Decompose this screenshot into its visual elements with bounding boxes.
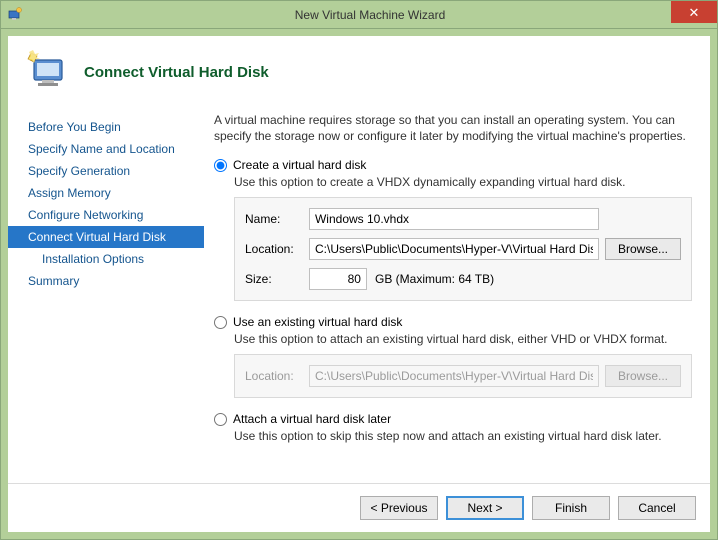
wizard-header: Connect Virtual Hard Disk bbox=[8, 36, 710, 108]
nav-before-you-begin[interactable]: Before You Begin bbox=[8, 116, 204, 138]
radio-use-existing[interactable] bbox=[214, 316, 227, 329]
option-create-disk: Create a virtual hard disk Use this opti… bbox=[214, 158, 692, 301]
nav-specify-name-location[interactable]: Specify Name and Location bbox=[8, 138, 204, 160]
existing-browse-button: Browse... bbox=[605, 365, 681, 387]
create-disk-fieldset: Name: Location: Browse... Size: GB (Maxi… bbox=[234, 197, 692, 301]
nav-assign-memory[interactable]: Assign Memory bbox=[8, 182, 204, 204]
page-title: Connect Virtual Hard Disk bbox=[84, 64, 269, 81]
intro-text: A virtual machine requires storage so th… bbox=[214, 112, 692, 144]
location-label: Location: bbox=[245, 242, 303, 256]
wizard-sidebar: Before You Begin Specify Name and Locati… bbox=[8, 108, 204, 483]
nav-specify-generation[interactable]: Specify Generation bbox=[8, 160, 204, 182]
radio-attach-later-label: Attach a virtual hard disk later bbox=[233, 412, 391, 426]
previous-button[interactable]: < Previous bbox=[360, 496, 438, 520]
browse-button[interactable]: Browse... bbox=[605, 238, 681, 260]
option-create-desc: Use this option to create a VHDX dynamic… bbox=[234, 175, 692, 189]
use-existing-fieldset: Location: Browse... bbox=[234, 354, 692, 398]
wizard-footer: < Previous Next > Finish Cancel bbox=[8, 483, 710, 532]
existing-location-label: Location: bbox=[245, 369, 303, 383]
location-input[interactable] bbox=[309, 238, 599, 260]
size-input[interactable] bbox=[309, 268, 367, 290]
nav-installation-options[interactable]: Installation Options bbox=[8, 248, 204, 270]
radio-create-disk[interactable] bbox=[214, 159, 227, 172]
window-title: New Virtual Machine Wizard bbox=[23, 8, 717, 22]
existing-location-input bbox=[309, 365, 599, 387]
size-label: Size: bbox=[245, 272, 303, 286]
name-label: Name: bbox=[245, 212, 303, 226]
finish-button[interactable]: Finish bbox=[532, 496, 610, 520]
option-attach-later: Attach a virtual hard disk later Use thi… bbox=[214, 412, 692, 443]
option-use-existing: Use an existing virtual hard disk Use th… bbox=[214, 315, 692, 398]
nav-configure-networking[interactable]: Configure Networking bbox=[8, 204, 204, 226]
wizard-header-icon bbox=[26, 50, 70, 94]
wizard-main: A virtual machine requires storage so th… bbox=[204, 108, 692, 483]
next-button[interactable]: Next > bbox=[446, 496, 524, 520]
app-icon bbox=[7, 7, 23, 23]
cancel-button[interactable]: Cancel bbox=[618, 496, 696, 520]
size-unit-label: GB (Maximum: 64 TB) bbox=[375, 272, 494, 286]
radio-attach-later[interactable] bbox=[214, 413, 227, 426]
close-button[interactable]: ✕ bbox=[671, 1, 717, 23]
nav-connect-virtual-hard-disk[interactable]: Connect Virtual Hard Disk bbox=[8, 226, 204, 248]
radio-use-existing-label: Use an existing virtual hard disk bbox=[233, 315, 402, 329]
name-input[interactable] bbox=[309, 208, 599, 230]
option-attach-later-desc: Use this option to skip this step now an… bbox=[234, 429, 692, 443]
option-use-existing-desc: Use this option to attach an existing vi… bbox=[234, 332, 692, 346]
nav-summary[interactable]: Summary bbox=[8, 270, 204, 292]
close-icon: ✕ bbox=[689, 6, 700, 19]
radio-create-disk-label: Create a virtual hard disk bbox=[233, 158, 366, 172]
titlebar: New Virtual Machine Wizard ✕ bbox=[1, 1, 717, 29]
